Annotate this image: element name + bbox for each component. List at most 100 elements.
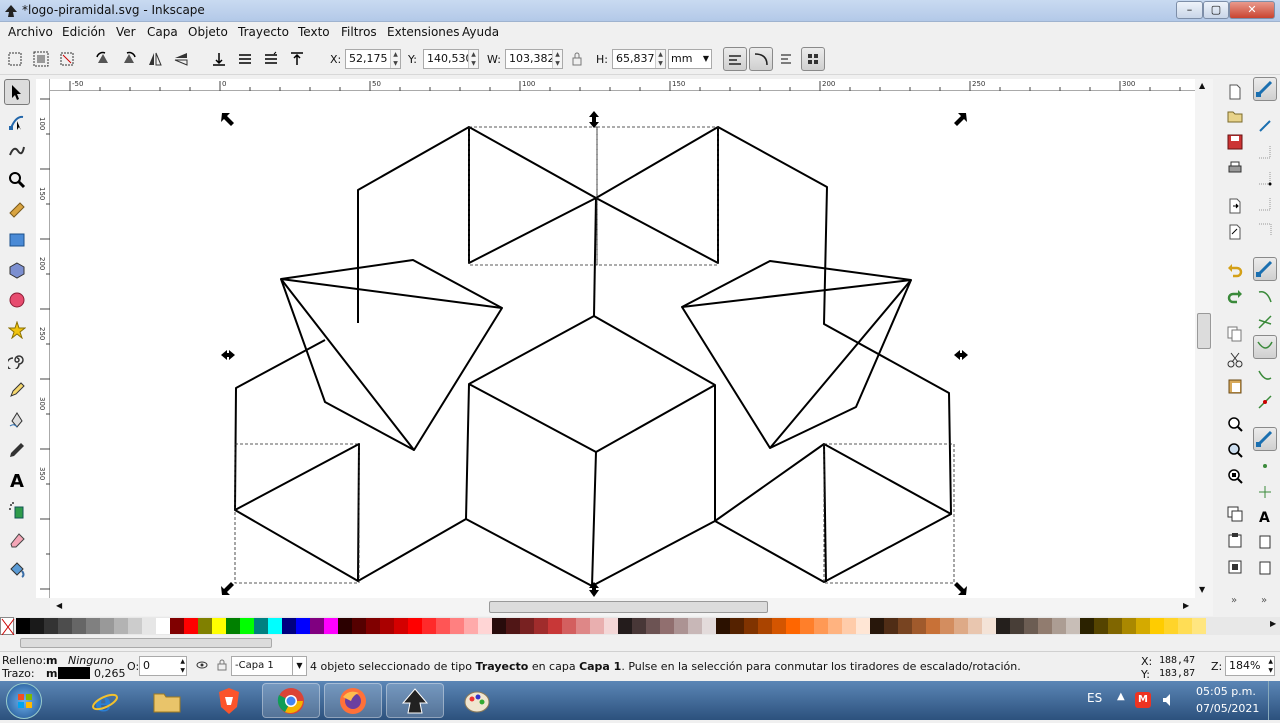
new-document-icon[interactable] [1224,81,1246,103]
antivirus-tray-icon[interactable]: M [1135,692,1151,708]
zoom-selection-icon[interactable] [1224,413,1246,435]
zoom-spinbox[interactable]: 184% ▲ ▼ [1225,656,1275,676]
palette-scroll-thumb[interactable] [20,638,272,648]
color-swatch[interactable] [744,618,758,634]
color-swatch[interactable] [912,618,926,634]
y-spinbox[interactable]: 140,530 ▲ ▼ [423,49,479,69]
print-icon[interactable] [1224,157,1246,179]
color-swatch[interactable] [464,618,478,634]
file-explorer-icon[interactable] [138,683,196,718]
color-swatch[interactable] [716,618,730,634]
color-swatch[interactable] [212,618,226,634]
color-swatch[interactable] [842,618,856,634]
menu-texto[interactable]: Texto [298,25,330,39]
w-spinbox[interactable]: 103,382 ▲ ▼ [505,49,563,69]
eye-icon[interactable] [196,660,208,673]
flip-horizontal-icon[interactable] [144,48,166,70]
more-commands-icon[interactable]: » [1231,595,1237,606]
maximize-button[interactable]: ▢ [1203,1,1229,19]
color-swatch[interactable] [1192,618,1206,634]
color-swatch[interactable] [58,618,72,634]
snap-grid-icon[interactable] [1254,557,1276,579]
flip-vertical-icon[interactable] [170,48,192,70]
bucket-tool[interactable] [4,557,30,583]
fill-indicator[interactable]: Ninguno [68,654,114,667]
color-swatch[interactable] [296,618,310,634]
color-swatch[interactable] [86,618,100,634]
clone-icon[interactable] [1224,529,1246,551]
close-button[interactable]: ✕ [1229,1,1275,19]
move-gradients-icon[interactable] [775,48,797,70]
menu-archivo[interactable]: Archivo [8,25,53,39]
firefox-icon[interactable] [324,683,382,718]
clock-date[interactable]: 07/05/2021 [1196,702,1259,715]
snap-page-border-icon[interactable] [1254,531,1276,553]
import-icon[interactable] [1224,195,1246,217]
open-icon[interactable] [1224,105,1246,127]
color-swatch[interactable] [1164,618,1178,634]
menu-edicion[interactable]: Edición [62,25,105,39]
color-swatch[interactable] [688,618,702,634]
color-swatch[interactable] [968,618,982,634]
color-swatch[interactable] [450,618,464,634]
raise-icon[interactable] [260,48,282,70]
move-patterns-toggle[interactable] [801,47,825,71]
clock-time[interactable]: 05:05 p.m. [1196,685,1256,698]
lock-ratio-icon[interactable] [566,48,588,70]
snap-text-baseline-icon[interactable]: A [1254,505,1276,527]
snap-bbox-center-icon[interactable] [1254,219,1276,241]
y-spin-arrows[interactable]: ▲ ▼ [468,50,478,68]
color-swatch[interactable] [632,618,646,634]
menu-trayecto[interactable]: Trayecto [238,25,289,39]
color-swatch[interactable] [730,618,744,634]
menu-extensiones[interactable]: Extensiones [387,25,460,39]
cut-icon[interactable] [1224,349,1246,371]
color-swatch[interactable] [814,618,828,634]
color-swatch[interactable] [282,618,296,634]
measure-tool[interactable] [4,197,30,223]
color-swatch[interactable] [520,618,534,634]
color-swatch[interactable] [590,618,604,634]
color-swatch[interactable] [702,618,716,634]
text-tool[interactable]: A [4,467,30,493]
node-tool[interactable] [4,109,30,135]
color-swatch[interactable] [156,618,170,634]
snap-bbox-corners-icon[interactable] [1254,167,1276,189]
export-icon[interactable] [1224,221,1246,243]
palette-scrollbar[interactable] [0,635,1280,651]
color-swatch[interactable] [1052,618,1066,634]
color-swatch[interactable] [1010,618,1024,634]
snap-line-midpoints-icon[interactable] [1254,391,1276,413]
color-swatch[interactable] [926,618,940,634]
color-swatch[interactable] [254,618,268,634]
color-swatch[interactable] [30,618,44,634]
vertical-scroll-thumb[interactable] [1197,313,1211,349]
color-swatch[interactable] [72,618,86,634]
snap-nodes-toggle[interactable] [1253,257,1277,281]
color-swatch[interactable] [338,618,352,634]
color-swatch[interactable] [128,618,142,634]
rotate-ccw-icon[interactable] [92,48,114,70]
color-swatch[interactable] [478,618,492,634]
no-paint-swatch[interactable] [0,617,15,636]
menu-filtros[interactable]: Filtros [341,25,377,39]
color-swatch[interactable] [884,618,898,634]
snap-smooth-nodes-icon[interactable] [1254,365,1276,387]
snap-bbox-midpoints-icon[interactable] [1254,193,1276,215]
horizontal-scrollbar[interactable]: ◀ ▶ [50,598,1213,616]
color-swatch[interactable] [16,618,30,634]
snap-bbox-edges-icon[interactable] [1254,141,1276,163]
color-swatch[interactable] [954,618,968,634]
color-swatch[interactable] [1066,618,1080,634]
menu-capa[interactable]: Capa [147,25,178,39]
internet-explorer-icon[interactable]: e [76,683,134,718]
chrome-icon[interactable] [262,683,320,718]
snap-centers-icon[interactable] [1254,455,1276,477]
pen-tool[interactable] [4,407,30,433]
stroke-width[interactable]: 0,265 [94,667,126,680]
zoom-page-icon[interactable] [1224,465,1246,487]
duplicate-icon[interactable] [1224,503,1246,525]
color-swatch[interactable] [940,618,954,634]
color-swatch[interactable] [1122,618,1136,634]
color-swatch[interactable] [982,618,996,634]
